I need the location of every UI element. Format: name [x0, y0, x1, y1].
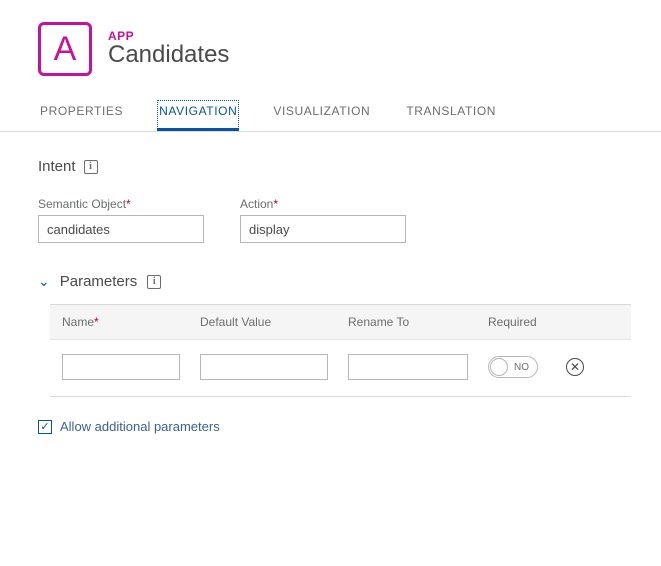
col-rename-header: Rename To	[348, 315, 468, 329]
col-required-header: Required	[488, 315, 578, 329]
parameters-label: Parameters	[60, 273, 138, 290]
allow-additional-row[interactable]: ✓ Allow additional parameters	[38, 419, 631, 434]
tab-bar: PROPERTIES NAVIGATION VISUALIZATION TRAN…	[0, 90, 661, 132]
parameters-table: Name* Default Value Rename To Required N…	[50, 304, 631, 397]
action-field: Action*	[240, 197, 406, 243]
col-name-text: Name	[62, 315, 94, 329]
semantic-object-label: Semantic Object*	[38, 197, 204, 211]
required-asterisk: *	[126, 197, 131, 211]
toggle-value: NO	[514, 362, 529, 373]
semantic-object-input[interactable]	[38, 215, 204, 243]
tab-translation[interactable]: TRANSLATION	[404, 100, 498, 131]
info-icon[interactable]: i	[147, 275, 161, 289]
app-title-block: APP Candidates	[108, 29, 229, 69]
app-header: A APP Candidates	[0, 0, 661, 90]
semantic-object-field: Semantic Object*	[38, 197, 204, 243]
parameters-table-header: Name* Default Value Rename To Required	[50, 304, 631, 340]
page-title: Candidates	[108, 41, 229, 69]
action-label: Action*	[240, 197, 406, 211]
intent-label: Intent	[38, 158, 76, 175]
toggle-knob	[490, 358, 508, 376]
table-row: NO ✕	[50, 340, 631, 397]
intent-section-header: Intent i	[38, 158, 631, 175]
parameters-section-header[interactable]: ⌄ Parameters i	[38, 273, 631, 290]
col-name-header: Name*	[62, 315, 180, 329]
required-toggle[interactable]: NO	[488, 356, 538, 378]
required-asterisk: *	[94, 315, 99, 329]
allow-additional-label: Allow additional parameters	[60, 419, 220, 434]
info-icon[interactable]: i	[84, 160, 98, 174]
tab-visualization[interactable]: VISUALIZATION	[271, 100, 372, 131]
chevron-down-icon[interactable]: ⌄	[38, 273, 50, 290]
param-name-input[interactable]	[62, 354, 180, 380]
required-asterisk: *	[273, 197, 278, 211]
app-icon-letter: A	[54, 32, 77, 66]
app-icon: A	[38, 22, 92, 76]
allow-additional-checkbox[interactable]: ✓	[38, 420, 52, 434]
tab-properties[interactable]: PROPERTIES	[38, 100, 125, 131]
tab-navigation[interactable]: NAVIGATION	[157, 100, 239, 131]
semantic-object-label-text: Semantic Object	[38, 197, 126, 211]
param-rename-input[interactable]	[348, 354, 468, 380]
col-default-header: Default Value	[200, 315, 328, 329]
param-default-input[interactable]	[200, 354, 328, 380]
action-input[interactable]	[240, 215, 406, 243]
intent-fields: Semantic Object* Action*	[38, 197, 631, 243]
delete-row-icon[interactable]: ✕	[566, 358, 584, 376]
action-label-text: Action	[240, 197, 273, 211]
content-area: Intent i Semantic Object* Action* ⌄ Para…	[0, 132, 661, 434]
